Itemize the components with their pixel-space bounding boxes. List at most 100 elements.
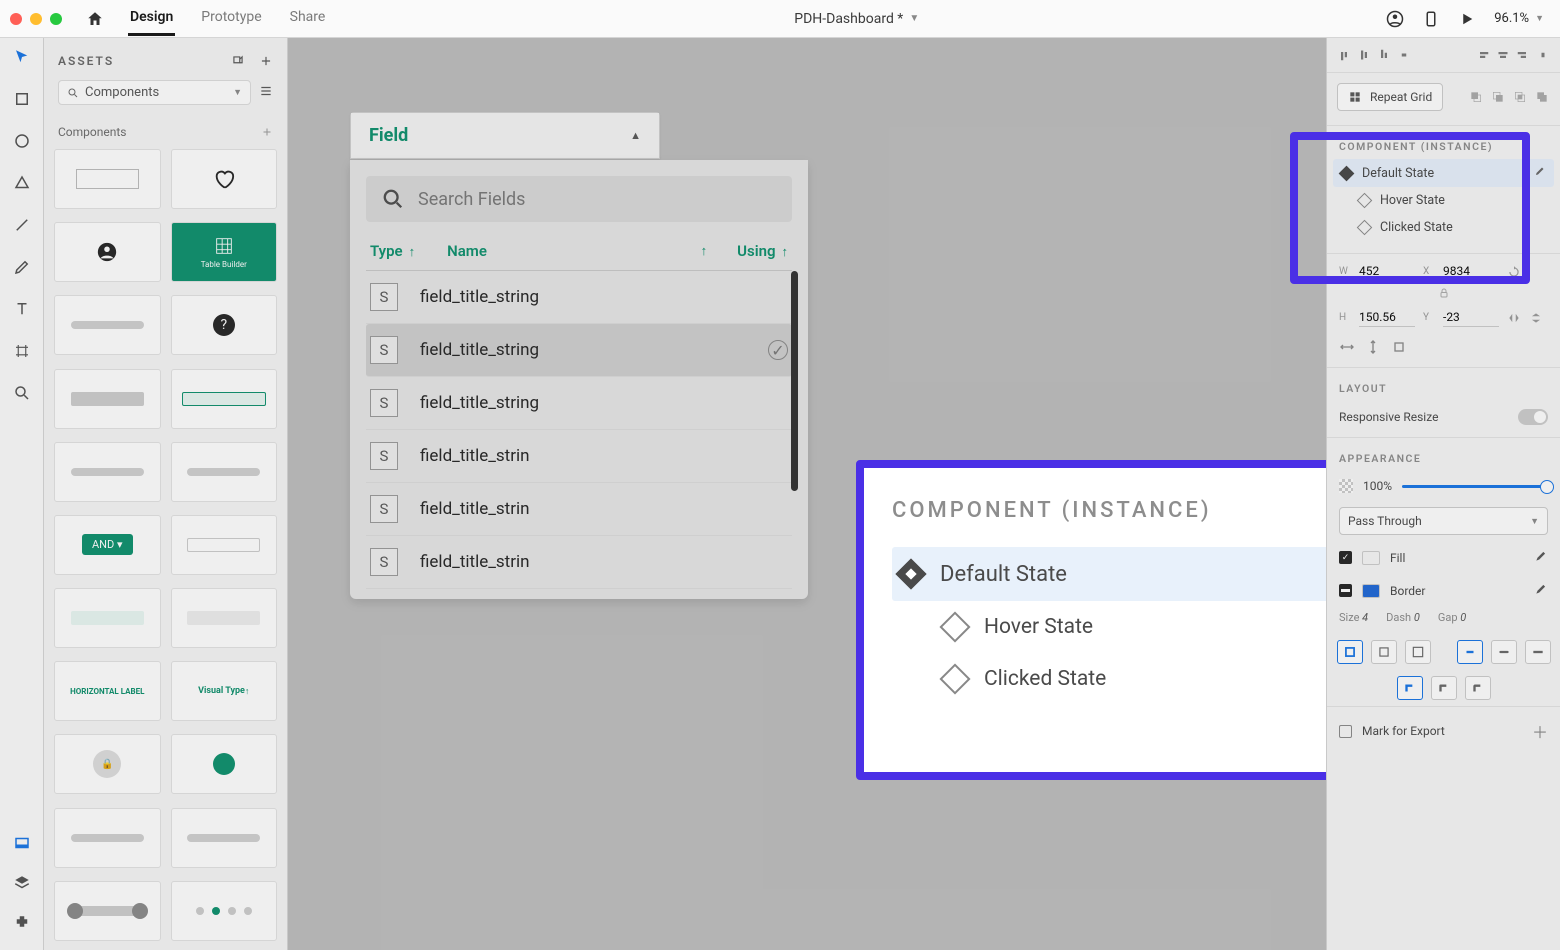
tab-prototype[interactable]: Prototype	[199, 1, 263, 36]
component-thumb[interactable]: AND ▾	[54, 515, 161, 575]
text-tool[interactable]	[13, 300, 31, 322]
component-thumb[interactable]	[54, 369, 161, 429]
fill-checkbox[interactable]: ✓	[1339, 551, 1352, 564]
col-type[interactable]: Type↑	[370, 242, 415, 260]
close-window-button[interactable]	[10, 13, 22, 25]
subtract-boolean-icon[interactable]	[1490, 89, 1506, 105]
scroll-none-icon[interactable]	[1391, 339, 1407, 355]
list-view-icon[interactable]	[259, 83, 273, 102]
tab-share[interactable]: Share	[288, 1, 328, 36]
border-swatch[interactable]	[1362, 584, 1380, 598]
col-using[interactable]: Using↑	[737, 242, 788, 260]
field-row[interactable]: Sfield_title_string	[366, 271, 792, 324]
component-thumb[interactable]	[54, 881, 161, 941]
component-thumb[interactable]	[171, 369, 278, 429]
responsive-toggle[interactable]	[1518, 409, 1548, 425]
user-icon[interactable]	[1386, 10, 1404, 28]
field-row[interactable]: Sfield_title_strin	[366, 430, 792, 483]
component-thumb[interactable]	[54, 808, 161, 868]
join-round-icon[interactable]	[1431, 676, 1457, 700]
state-default[interactable]: Default State	[1333, 159, 1554, 187]
component-thumb[interactable]	[54, 588, 161, 648]
state-clicked-zoom[interactable]: Clicked State	[892, 653, 1326, 705]
rotate-icon[interactable]	[1507, 265, 1521, 279]
cap-round-icon[interactable]	[1491, 640, 1517, 664]
component-thumb[interactable]	[54, 442, 161, 502]
col-name[interactable]: Name	[447, 242, 487, 260]
align-top-icon[interactable]	[1335, 46, 1353, 64]
inner-border-icon[interactable]	[1337, 640, 1363, 664]
flip-v-icon[interactable]	[1529, 311, 1543, 325]
add-asset-icon[interactable]	[259, 54, 273, 68]
select-tool[interactable]	[13, 48, 31, 70]
state-clicked[interactable]: Clicked State	[1333, 214, 1554, 241]
export-checkbox[interactable]	[1339, 725, 1352, 738]
minimize-window-button[interactable]	[30, 13, 42, 25]
scroll-v-icon[interactable]	[1365, 339, 1381, 355]
blend-mode-select[interactable]: Pass Through ▼	[1339, 507, 1548, 535]
zoom-level[interactable]: 96.1% ▼	[1494, 11, 1544, 26]
field-row[interactable]: Sfield_title_strin	[366, 483, 792, 536]
x-input[interactable]	[1443, 262, 1499, 281]
border-checkbox[interactable]	[1339, 584, 1352, 597]
cap-square-icon[interactable]	[1525, 640, 1551, 664]
y-input[interactable]	[1443, 308, 1499, 327]
field-row[interactable]: Sfield_title_strin	[366, 536, 792, 589]
field-row[interactable]: Sfield_title_string	[366, 377, 792, 430]
line-tool[interactable]	[13, 216, 31, 238]
tab-design[interactable]: Design	[128, 1, 175, 36]
artboard-tool[interactable]	[13, 342, 31, 364]
field-row[interactable]: Sfield_title_string✓	[366, 324, 792, 377]
distribute-h-icon[interactable]	[1534, 46, 1552, 64]
cap-butt-icon[interactable]	[1457, 640, 1483, 664]
state-hover[interactable]: Hover State	[1333, 187, 1554, 214]
component-thumb[interactable]: ?	[171, 295, 278, 355]
repeat-grid-button[interactable]: Repeat Grid	[1337, 83, 1443, 111]
pen-tool[interactable]	[13, 258, 31, 280]
component-thumb[interactable]	[54, 149, 161, 209]
ellipse-tool[interactable]	[13, 132, 31, 154]
add-export-icon[interactable]: ＋	[1532, 719, 1548, 743]
align-right-icon[interactable]	[1514, 46, 1532, 64]
align-bottom-icon[interactable]	[1375, 46, 1393, 64]
sort-arrow-icon[interactable]: ↑	[701, 243, 708, 259]
intersect-boolean-icon[interactable]	[1512, 89, 1528, 105]
size-value[interactable]: 4	[1362, 611, 1368, 624]
plugins-panel-icon[interactable]	[13, 914, 31, 936]
component-thumb[interactable]	[171, 881, 278, 941]
state-hover-zoom[interactable]: Hover State	[892, 601, 1326, 653]
export-assets-icon[interactable]	[231, 54, 245, 68]
field-list-scrollbar[interactable]	[791, 271, 798, 491]
distribute-v-icon[interactable]	[1395, 46, 1413, 64]
component-thumb[interactable]	[54, 295, 161, 355]
components-group[interactable]: Components	[44, 115, 287, 143]
join-miter-icon[interactable]	[1397, 676, 1423, 700]
state-default-zoom[interactable]: Default State	[892, 547, 1326, 601]
flip-h-icon[interactable]	[1507, 311, 1521, 325]
align-left-icon[interactable]	[1474, 46, 1492, 64]
maximize-window-button[interactable]	[50, 13, 62, 25]
field-search-input[interactable]: Search Fields	[366, 176, 792, 222]
component-thumb[interactable]: Visual Type ↑	[171, 661, 278, 721]
height-input[interactable]	[1359, 308, 1415, 327]
component-thumb[interactable]: Table Builder	[171, 222, 278, 282]
rectangle-tool[interactable]	[13, 90, 31, 112]
mobile-preview-icon[interactable]	[1422, 10, 1440, 28]
width-input[interactable]	[1359, 262, 1415, 281]
dash-value[interactable]: 0	[1414, 611, 1420, 624]
eyedropper-icon[interactable]	[1534, 582, 1548, 599]
exclude-boolean-icon[interactable]	[1534, 89, 1550, 105]
lock-aspect-icon[interactable]	[1438, 287, 1450, 299]
edit-state-icon[interactable]	[1534, 165, 1546, 181]
component-thumb[interactable]	[171, 149, 278, 209]
opacity-slider[interactable]	[1402, 485, 1548, 488]
polygon-tool[interactable]	[13, 174, 31, 196]
scroll-h-icon[interactable]	[1339, 339, 1355, 355]
play-icon[interactable]	[1458, 10, 1476, 28]
component-thumb[interactable]: 🔒	[54, 734, 161, 794]
outer-border-icon[interactable]	[1405, 640, 1431, 664]
layers-panel-icon[interactable]	[13, 874, 31, 896]
document-title[interactable]: PDH-Dashboard * ▼	[327, 11, 1386, 27]
component-thumb[interactable]	[171, 588, 278, 648]
assets-search-field[interactable]: Components ▼	[58, 80, 251, 105]
